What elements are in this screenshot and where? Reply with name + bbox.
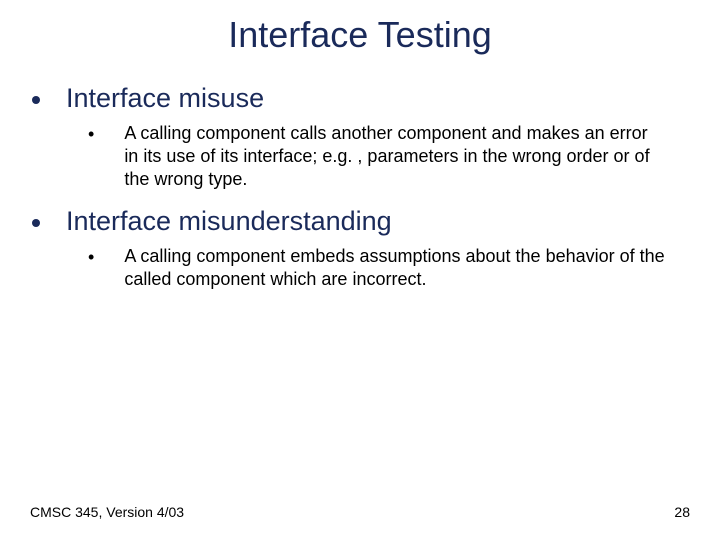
item-description: A calling component embeds assumptions a…	[124, 245, 690, 291]
bullet-icon	[32, 219, 40, 227]
item-heading: Interface misunderstanding	[66, 205, 392, 239]
slide-content: Interface misuse • A calling component c…	[0, 64, 720, 291]
footer-left: CMSC 345, Version 4/03	[30, 504, 184, 520]
list-item: Interface misuse	[30, 82, 690, 116]
footer-page-number: 28	[674, 504, 690, 520]
sub-bullet-icon: •	[88, 245, 94, 269]
slide: Interface Testing Interface misuse • A c…	[0, 0, 720, 540]
slide-title: Interface Testing	[0, 0, 720, 64]
sub-list-item: • A calling component embeds assumptions…	[30, 245, 690, 291]
sub-list-item: • A calling component calls another comp…	[30, 122, 690, 191]
sub-bullet-icon: •	[88, 122, 94, 146]
item-description: A calling component calls another compon…	[124, 122, 690, 191]
item-heading: Interface misuse	[66, 82, 264, 116]
bullet-icon	[32, 96, 40, 104]
slide-footer: CMSC 345, Version 4/03 28	[30, 504, 690, 520]
list-item: Interface misunderstanding	[30, 205, 690, 239]
